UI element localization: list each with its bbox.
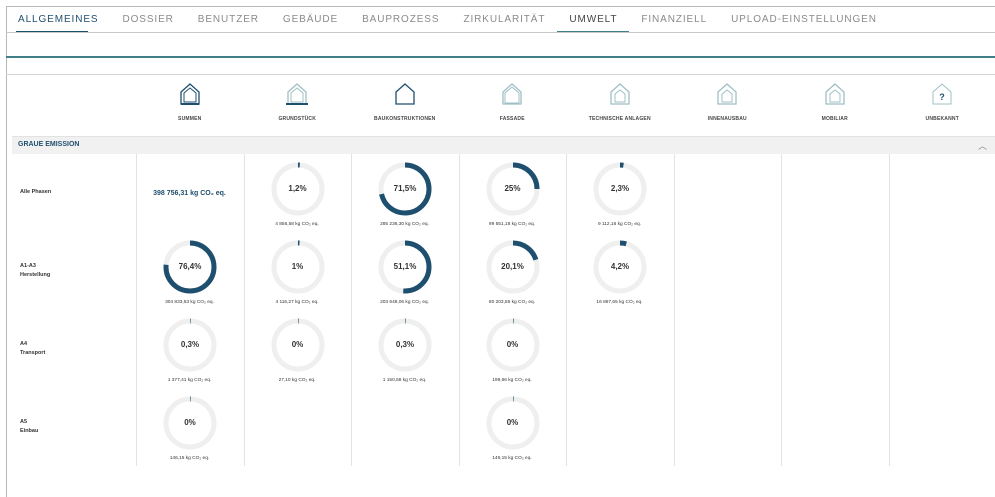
house-ground-icon	[283, 78, 311, 110]
percentage-label: 4,2%	[610, 262, 630, 271]
tab-finanziell[interactable]: FINANZIELL	[629, 10, 719, 32]
emission-value: 80 203,55 kg CO₂ eq.	[488, 300, 536, 305]
emission-value: 16 867,65 kg CO₂ eq.	[596, 300, 643, 305]
category-grundstück[interactable]: GRUNDSTÜCK	[244, 78, 352, 130]
section-title: GRAUE EMISSION	[18, 141, 80, 148]
tab-gebäude[interactable]: GEBÄUDE	[271, 10, 350, 32]
row-label: A5 Einbau	[20, 419, 39, 434]
category-header: SUMMEN GRUNDSTÜCK BAUKONSTRUKTIONEN FASSADE…	[136, 78, 995, 130]
row-label: Alle Phasen	[20, 189, 52, 195]
donut-cell: 1% 4 116,27 kg CO₂ eq.	[244, 232, 351, 310]
house-unknown-icon: ?	[928, 78, 956, 110]
emission-value: 203 648,06 kg CO₂ eq.	[380, 300, 429, 305]
category-label: TECHNISCHE ANLAGEN	[588, 116, 651, 122]
percentage-label: 0%	[184, 418, 196, 427]
tab-benutzer[interactable]: BENUTZER	[186, 10, 271, 32]
donut-cell: 0% 199,66 kg CO₂ eq.	[459, 310, 566, 388]
emission-value: 99 551,18 kg CO₂ eq.	[488, 222, 536, 227]
percentage-label: 0,3%	[395, 340, 415, 349]
house-furniture-icon	[821, 78, 849, 110]
svg-text:?: ?	[940, 92, 946, 102]
category-label: BAUKONSTRUKTIONEN	[374, 116, 436, 122]
tab-bauprozess[interactable]: BAUPROZESS	[350, 10, 451, 32]
donut-cell: 20,1% 80 203,55 kg CO₂ eq.	[459, 232, 566, 310]
section-header[interactable]: GRAUE EMISSION ︿	[12, 136, 995, 154]
column-divider	[781, 154, 782, 466]
emission-value: 1 377,41 kg CO₂ eq.	[167, 378, 212, 383]
percentage-label: 0%	[506, 418, 519, 427]
house-interior-icon	[713, 78, 741, 110]
emission-value: 304 833,53 kg CO₂ eq.	[165, 300, 214, 305]
category-label: FASSADE	[499, 116, 525, 122]
percentage-label: 20,1%	[501, 262, 524, 271]
percentage-label: 0%	[291, 340, 304, 349]
tab-dossier[interactable]: DOSSIER	[110, 10, 185, 32]
donut-cell: 4,2% 16 867,65 kg CO₂ eq.	[566, 232, 673, 310]
tab-allgemeines[interactable]: ALLGEMEINES	[6, 10, 110, 33]
category-summen[interactable]: SUMMEN	[136, 78, 244, 130]
emission-value: 4 116,27 kg CO₂ eq.	[275, 300, 319, 305]
emission-value: 199,66 kg CO₂ eq.	[492, 378, 532, 383]
row-label: A1-A3 Herstellung	[20, 263, 51, 278]
category-label: GRUNDSTÜCK	[278, 116, 317, 122]
emission-value: 146,15 kg CO₂ eq.	[169, 456, 210, 461]
donut-cell: 0,3% 1 377,41 kg CO₂ eq.	[136, 310, 243, 388]
house-technical-icon	[606, 78, 634, 110]
donut-cell: 0% 146,15 kg CO₂ eq.	[136, 388, 243, 466]
donut-cell: 2,3% 9 112,16 kg CO₂ eq.	[566, 154, 673, 232]
percentage-label: 76,4%	[178, 262, 202, 271]
donut-cell: 0% 27,10 kg CO₂ eq.	[244, 310, 351, 388]
column-divider	[888, 154, 890, 466]
category-label: SUMMEN	[178, 116, 202, 122]
emission-value: 27,10 kg CO₂ eq.	[278, 378, 316, 383]
category-label: MOBILIAR	[821, 116, 848, 122]
column-divider	[673, 154, 675, 466]
category-mobiliar[interactable]: MOBILIAR	[781, 78, 889, 130]
emission-grid: Alle Phasen 398 756,31 kg CO₂ eq. 1,2% 4 85…	[12, 154, 995, 466]
tab-bar: ALLGEMEINES DOSSIER BENUTZER GEBÄUDE BAUPROZ…	[6, 10, 889, 33]
donut-cell: 25% 99 551,18 kg CO₂ eq.	[459, 154, 566, 232]
percentage-label: 0,3%	[180, 340, 200, 349]
emission-value: 1 150,58 kg CO₂ eq.	[382, 378, 427, 383]
percentage-label: 51,1%	[393, 262, 417, 271]
donut-cell: 1,2% 4 856,58 kg CO₂ eq.	[244, 154, 351, 232]
tab-umwelt[interactable]: UMWELT	[557, 10, 630, 33]
tab-upload-einstellungen[interactable]: UPLOAD-EINSTELLUNGEN	[719, 10, 889, 32]
percentage-label: 1%	[291, 262, 304, 271]
tab-zirkularität[interactable]: ZIRKULARITÄT	[451, 10, 557, 32]
percentage-label: 25%	[504, 184, 521, 193]
category-unbekannt[interactable]: ? UNBEKANNT	[889, 78, 995, 130]
tab-divider	[6, 32, 995, 33]
house-outline-icon	[391, 78, 419, 110]
emission-value: 146,15 kg CO₂ eq.	[492, 456, 532, 461]
donut-cell: 51,1% 203 648,06 kg CO₂ eq.	[351, 232, 458, 310]
chevron-up-icon[interactable]: ︿	[978, 139, 987, 152]
category-label: UNBEKANNT	[925, 116, 959, 122]
donut-cell: 71,5% 285 236,30 kg CO₂ eq.	[351, 154, 458, 232]
category-innenausbau[interactable]: INNENAUSBAU	[674, 78, 782, 130]
category-baukonstruktionen[interactable]: BAUKONSTRUKTIONEN	[351, 78, 459, 130]
emission-value: 285 236,30 kg CO₂ eq.	[380, 222, 429, 227]
row-label: A4 Transport	[20, 341, 46, 356]
percentage-label: 2,3%	[610, 184, 630, 193]
house-facade-icon	[498, 78, 526, 110]
house-full-icon	[176, 78, 204, 110]
donut-cell: 76,4% 304 833,53 kg CO₂ eq.	[136, 232, 243, 310]
donut-cell: 0,3% 1 150,58 kg CO₂ eq.	[351, 310, 458, 388]
toolbar-divider	[6, 74, 995, 75]
donut-cell: 0% 146,15 kg CO₂ eq.	[459, 388, 566, 466]
category-technische-anlagen[interactable]: TECHNISCHE ANLAGEN	[566, 78, 674, 130]
percentage-label: 71,5%	[393, 184, 417, 193]
percentage-label: 0%	[506, 340, 519, 349]
emission-value: 9 112,16 kg CO₂ eq.	[597, 222, 642, 227]
total-emission: 398 756,31 kg CO₂ eq.	[153, 190, 226, 197]
percentage-label: 1,2%	[288, 184, 307, 193]
category-fassade[interactable]: FASSADE	[459, 78, 567, 130]
emission-value: 4 856,58 kg CO₂ eq.	[275, 222, 319, 227]
toolbar-accent-line	[6, 56, 995, 58]
category-label: INNENAUSBAU	[707, 116, 747, 122]
